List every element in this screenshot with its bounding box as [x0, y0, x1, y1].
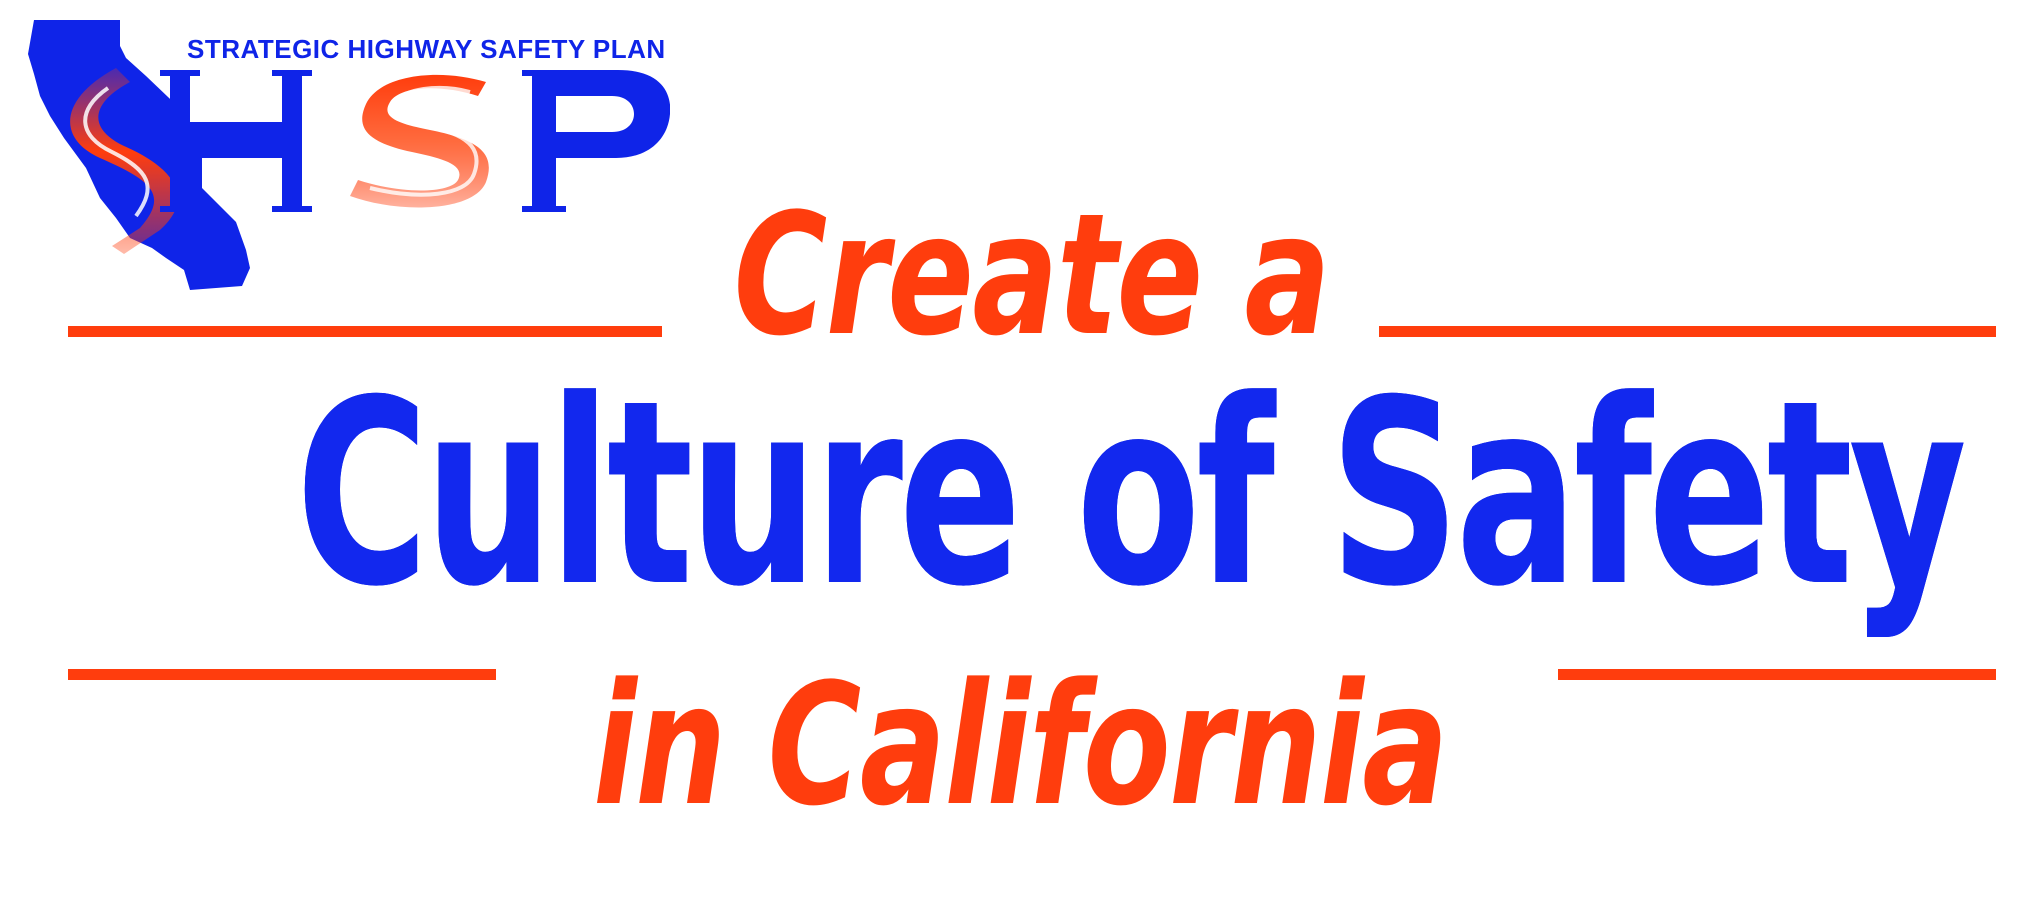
- logo-tagline: STRATEGIC HIGHWAY SAFETY PLAN: [187, 34, 666, 64]
- headline-culture-of-safety: Culture of Safety: [295, 346, 1967, 643]
- headline-in-california: in California: [593, 647, 1448, 843]
- headline-create-a: Create a: [733, 177, 1331, 373]
- divider-top-right: [1379, 326, 1996, 337]
- divider-top-left: [68, 326, 662, 337]
